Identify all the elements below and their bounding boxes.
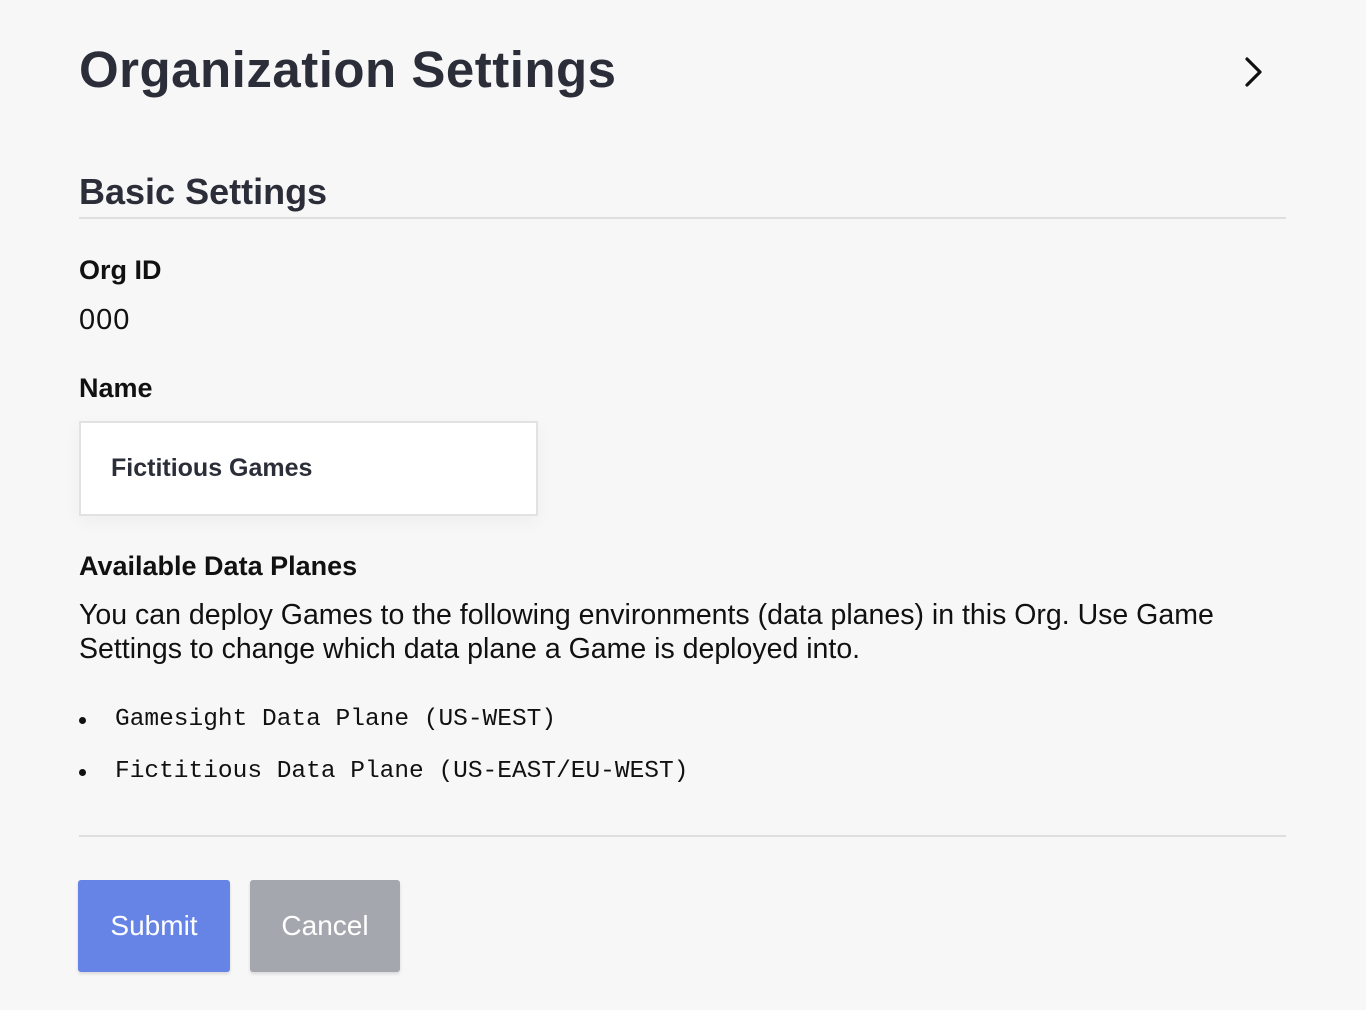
organization-settings-panel: Organization Settings Basic Settings Org…: [78, 0, 1286, 1010]
cancel-button[interactable]: Cancel: [250, 880, 400, 972]
section-divider: [79, 217, 1286, 219]
bullet-icon: [79, 769, 86, 776]
data-plane-name: Fictitious Data Plane (US-EAST/EU-WEST): [115, 758, 689, 785]
data-planes-label: Available Data Planes: [79, 551, 358, 581]
data-planes-list: Gamesight Data Plane (US-WEST) Fictitiou…: [79, 700, 688, 804]
name-label: Name: [79, 373, 153, 403]
actions-divider: [79, 835, 1286, 837]
page-title: Organization Settings: [79, 41, 617, 98]
close-panel-button[interactable]: [1235, 50, 1271, 94]
org-id-label: Org ID: [79, 255, 162, 285]
data-plane-item: Gamesight Data Plane (US-WEST): [79, 700, 688, 752]
data-planes-description: You can deploy Games to the following en…: [79, 599, 1214, 665]
chevron-right-icon: [1245, 57, 1262, 87]
bullet-icon: [79, 717, 86, 724]
submit-button[interactable]: Submit: [78, 880, 230, 972]
data-plane-item: Fictitious Data Plane (US-EAST/EU-WEST): [79, 752, 688, 804]
name-input[interactable]: [79, 421, 538, 516]
org-id-value: 000: [79, 304, 131, 336]
section-title-basic-settings: Basic Settings: [79, 171, 328, 212]
data-plane-name: Gamesight Data Plane (US-WEST): [115, 706, 557, 733]
